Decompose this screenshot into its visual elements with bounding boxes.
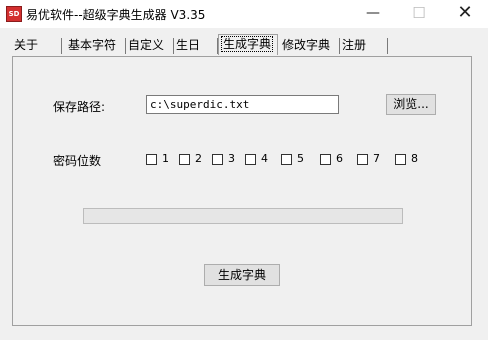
tab-custom[interactable]: 自定义 (126, 36, 174, 55)
tab-generate-dict[interactable]: 生成字典 (218, 34, 278, 55)
generate-dictionary-button[interactable]: 生成字典 (204, 264, 280, 286)
digit-1-label: 1 (162, 152, 169, 165)
minimize-button[interactable]: — (350, 0, 396, 28)
digit-6-checkbox[interactable] (320, 154, 331, 165)
tab-register[interactable]: 注册 (340, 36, 388, 55)
digit-8-label: 8 (411, 152, 418, 165)
digit-5-checkbox[interactable] (281, 154, 292, 165)
digit-2-label: 2 (195, 152, 202, 165)
digit-5-label: 5 (297, 152, 304, 165)
digit-3-checkbox[interactable] (212, 154, 223, 165)
digit-6-label: 6 (336, 152, 343, 165)
tab-modify-dict[interactable]: 修改字典 (280, 36, 340, 55)
digit-8-checkbox[interactable] (395, 154, 406, 165)
tab-about[interactable]: 关于 (12, 36, 62, 55)
tab-label: 自定义 (128, 38, 165, 52)
password-digits-label: 密码位数 (53, 154, 102, 168)
digit-4-checkbox[interactable] (245, 154, 256, 165)
tab-label: 修改字典 (282, 38, 331, 52)
digit-3-label: 3 (228, 152, 235, 165)
tab-basic-chars[interactable]: 基本字符 (66, 36, 126, 55)
browse-button[interactable]: 浏览... (386, 94, 436, 115)
digit-1-checkbox[interactable] (146, 154, 157, 165)
app-icon: SD (6, 6, 22, 22)
tab-label: 注册 (342, 38, 367, 52)
digit-7-label: 7 (373, 152, 380, 165)
digit-4-label: 4 (261, 152, 268, 165)
progress-bar (83, 208, 403, 224)
digit-2-checkbox[interactable] (179, 154, 190, 165)
tab-label: 生成字典 (221, 36, 274, 52)
tab-label: 关于 (14, 38, 39, 52)
maximize-button[interactable]: ☐ (396, 0, 442, 28)
tab-label: 基本字符 (68, 38, 117, 52)
digit-7-checkbox[interactable] (357, 154, 368, 165)
title-bar: SD 易优软件--超级字典生成器 V3.35 — ☐ ✕ (0, 0, 488, 28)
close-button[interactable]: ✕ (442, 0, 488, 28)
save-path-input[interactable]: c:\superdic.txt (146, 95, 339, 114)
window-title: 易优软件--超级字典生成器 V3.35 (26, 8, 206, 22)
tab-birthday[interactable]: 生日 (174, 36, 218, 55)
tab-label: 生日 (176, 38, 201, 52)
save-path-label: 保存路径: (53, 100, 106, 114)
